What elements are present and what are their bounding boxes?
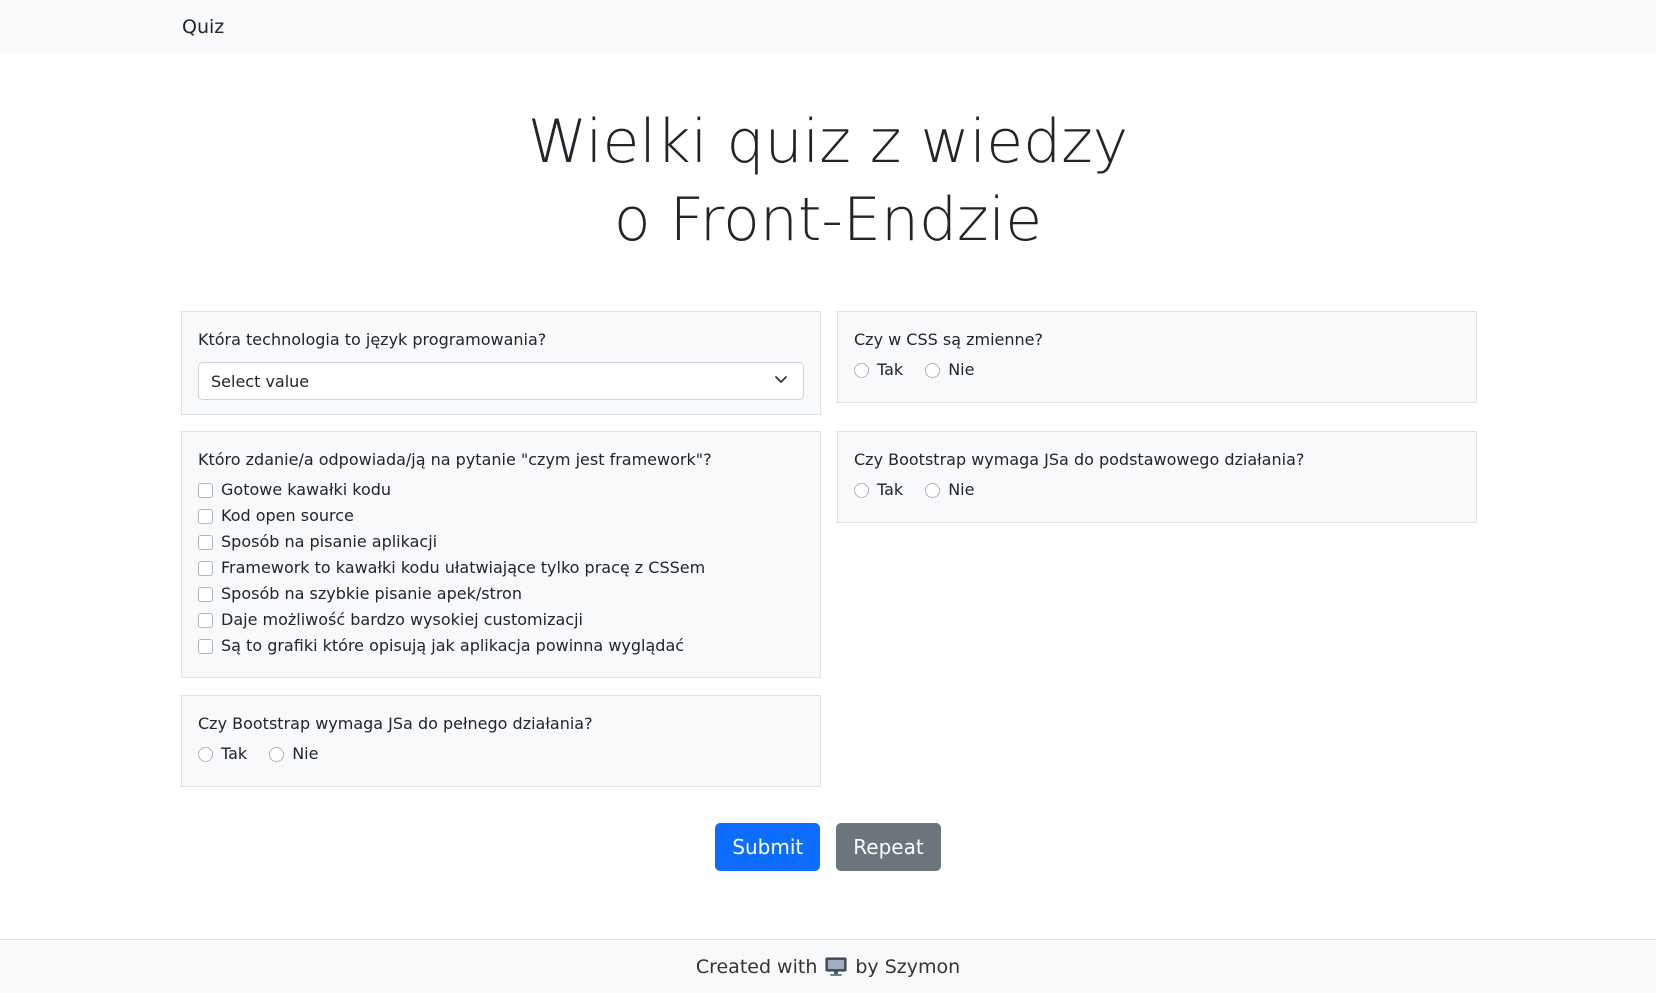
checkbox[interactable] (198, 534, 213, 550)
radio-label: Nie (948, 360, 975, 379)
question-text: Która technologia to język programowania… (198, 330, 547, 349)
navbar: Quiz (0, 0, 1656, 53)
language-select[interactable]: Select value (198, 362, 804, 400)
page-title-line-1: Wielki quiz z wiedzy (527, 107, 1129, 177)
checkbox[interactable] (198, 482, 213, 498)
question-card-language: Która technologia to język programowania… (181, 311, 821, 415)
page-title: Wielki quiz z wiedzy o Front-Endzie (0, 103, 1656, 259)
checkbox-label: Są to grafiki które opisują jak aplikacj… (221, 636, 685, 655)
computer-icon (825, 957, 847, 977)
checkbox-label: Sposób na pisanie aplikacji (221, 532, 438, 551)
submit-button[interactable]: Submit (715, 823, 821, 871)
checkbox-label: Framework to kawałki kodu ułatwiające ty… (221, 558, 706, 577)
radio-option-nie[interactable]: Nie (925, 360, 974, 380)
checkbox-label: Kod open source (221, 506, 354, 525)
question-card-css-variables: Czy w CSS są zmienne? Tak Nie (837, 311, 1477, 403)
radio-option-tak[interactable]: Tak (198, 744, 247, 764)
navbar-brand[interactable]: Quiz (182, 16, 224, 38)
checkbox-label: Gotowe kawałki kodu (221, 480, 392, 499)
page-title-line-2: o Front-Endzie (613, 185, 1043, 255)
question-text: Czy Bootstrap wymaga JSa do podstawowego… (854, 450, 1305, 469)
radio-group: Tak Nie (854, 360, 1460, 380)
radio-label: Tak (877, 480, 904, 499)
checkbox-option[interactable]: Kod open source (198, 506, 804, 526)
radio-button[interactable] (925, 482, 941, 498)
radio-label: Tak (877, 360, 904, 379)
question-card-framework: Któro zdanie/a odpowiada/ją na pytanie "… (181, 431, 821, 678)
checkbox[interactable] (198, 508, 213, 524)
radio-option-tak[interactable]: Tak (854, 480, 903, 500)
radio-group: Tak Nie (198, 744, 804, 764)
radio-label: Tak (221, 744, 248, 763)
radio-group: Tak Nie (854, 480, 1460, 500)
checkbox-option[interactable]: Framework to kawałki kodu ułatwiające ty… (198, 558, 804, 578)
select-value: Select value (211, 371, 310, 391)
checkbox-label: Daje możliwość bardzo wysokiej customiza… (221, 610, 583, 629)
radio-button[interactable] (854, 362, 869, 378)
question-text: Czy Bootstrap wymaga JSa do pełnego dzia… (198, 714, 593, 733)
checkbox-option[interactable]: Daje możliwość bardzo wysokiej customiza… (198, 610, 804, 630)
form-actions: Submit Repeat (0, 823, 1656, 871)
checkbox[interactable] (198, 638, 213, 654)
radio-option-tak[interactable]: Tak (854, 360, 903, 380)
radio-button[interactable] (269, 746, 285, 762)
question-text: Któro zdanie/a odpowiada/ją na pytanie "… (198, 450, 712, 469)
radio-option-nie[interactable]: Nie (925, 480, 974, 500)
question-text: Czy w CSS są zmienne? (854, 330, 1043, 349)
footer: Created with by Szymon (0, 939, 1656, 993)
hero: Wielki quiz z wiedzy o Front-Endzie (0, 53, 1656, 311)
radio-option-nie[interactable]: Nie (269, 744, 318, 764)
checkbox-option[interactable]: Sposób na szybkie pisanie apek/stron (198, 584, 804, 604)
checkbox[interactable] (198, 560, 213, 576)
checkbox-option[interactable]: Gotowe kawałki kodu (198, 480, 804, 500)
checkbox-group: Gotowe kawałki kodu Kod open source Spos… (198, 480, 804, 656)
checkbox-label: Sposób na szybkie pisanie apek/stron (221, 584, 522, 603)
footer-suffix: by Szymon (855, 955, 961, 978)
question-card-bootstrap-basic: Czy Bootstrap wymaga JSa do podstawowego… (837, 431, 1477, 523)
radio-button[interactable] (854, 482, 869, 498)
chevron-down-icon (775, 376, 787, 383)
checkbox[interactable] (198, 586, 213, 602)
question-card-bootstrap-full: Czy Bootstrap wymaga JSa do pełnego dzia… (181, 695, 821, 787)
radio-label: Nie (292, 744, 319, 763)
quiz-form: Która technologia to język programowania… (181, 311, 1477, 791)
checkbox[interactable] (198, 612, 213, 628)
repeat-button[interactable]: Repeat (836, 823, 941, 871)
radio-button[interactable] (198, 746, 213, 762)
radio-label: Nie (948, 480, 975, 499)
checkbox-option[interactable]: Są to grafiki które opisują jak aplikacj… (198, 636, 804, 656)
radio-button[interactable] (925, 362, 941, 378)
checkbox-option[interactable]: Sposób na pisanie aplikacji (198, 532, 804, 552)
footer-prefix: Created with (695, 955, 818, 978)
